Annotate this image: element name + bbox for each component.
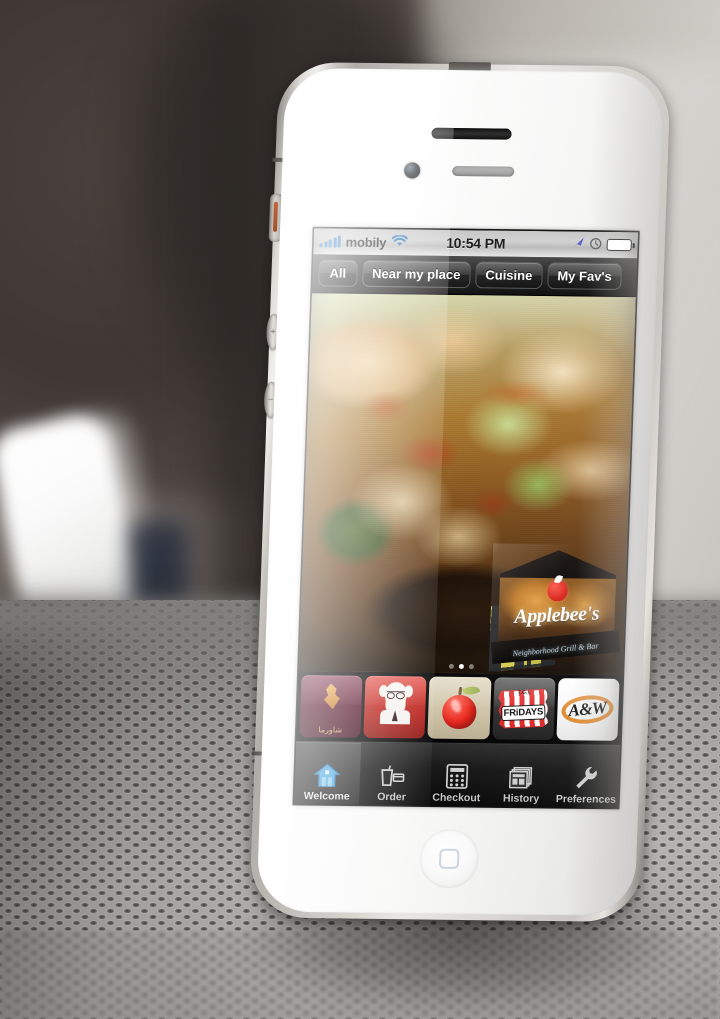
filter-near-my-place[interactable]: Near my place xyxy=(361,259,471,289)
filter-cuisine[interactable]: Cuisine xyxy=(474,261,543,290)
hero-featured-image[interactable]: Applebee's Neighborhood Grill & Bar xyxy=(298,293,636,675)
home-icon xyxy=(314,761,341,788)
aw-label: A&W xyxy=(568,697,608,721)
logo-applebees[interactable] xyxy=(427,676,492,740)
calculator-icon xyxy=(445,763,469,790)
logo-shawarma[interactable]: شاورما xyxy=(299,675,363,738)
tab-welcome[interactable]: Welcome xyxy=(294,741,361,808)
tab-preferences-label: Preferences xyxy=(555,793,617,806)
applebees-storefront[interactable]: Applebee's Neighborhood Grill & Bar xyxy=(488,543,626,673)
front-camera xyxy=(403,162,421,179)
battery-icon xyxy=(606,238,632,252)
shawarma-label: شاورما xyxy=(318,725,343,735)
newspaper-icon xyxy=(508,764,535,791)
fridays-nameplate: FRiDAYS xyxy=(501,704,546,721)
tab-history[interactable]: History xyxy=(488,744,555,808)
logo-fridays[interactable]: T.G.I. FRiDAYS xyxy=(491,677,556,741)
wrench-icon xyxy=(574,764,600,791)
iphone-device: + − mobily 10:54 PM All Near my place Cu… xyxy=(249,61,671,923)
restaurant-logo-strip: شاورما T.G.I. FRiDAYS A&W xyxy=(296,670,623,745)
proximity-sensor xyxy=(452,165,515,177)
tab-order[interactable]: Order xyxy=(359,743,426,808)
apple-icon xyxy=(441,694,477,729)
drink-cup-icon xyxy=(379,762,406,789)
fridays-top-text: T.G.I. xyxy=(517,689,531,696)
tab-welcome-label: Welcome xyxy=(303,790,350,803)
shawarma-mark-icon xyxy=(319,683,343,711)
alarm-clock-icon xyxy=(589,237,602,252)
location-arrow-icon xyxy=(571,236,585,252)
fridays-label: FRiDAYS xyxy=(503,706,544,719)
filter-all[interactable]: All xyxy=(318,259,358,287)
page-dot-active[interactable] xyxy=(458,663,464,670)
filter-my-favs[interactable]: My Fav's xyxy=(546,262,623,291)
kfc-colonel-icon xyxy=(378,682,414,725)
tab-checkout[interactable]: Checkout xyxy=(424,744,491,808)
tab-checkout-label: Checkout xyxy=(432,791,481,805)
logo-aw[interactable]: A&W xyxy=(556,678,620,741)
bottom-tab-bar: Welcome Order Checkout History Preferenc… xyxy=(294,740,621,808)
page-dot[interactable] xyxy=(468,664,474,670)
status-bar: mobily 10:54 PM xyxy=(313,228,639,259)
page-dot[interactable] xyxy=(448,663,454,669)
tab-preferences[interactable]: Preferences xyxy=(553,745,620,808)
storefront-glare xyxy=(488,543,626,673)
scene: + − mobily 10:54 PM All Near my place Cu… xyxy=(0,0,720,1019)
tab-order-label: Order xyxy=(376,790,407,804)
home-square-icon xyxy=(438,848,460,869)
logo-kfc[interactable] xyxy=(363,675,427,739)
tab-history-label: History xyxy=(502,792,540,805)
phone-front-face: mobily 10:54 PM All Near my place Cuisin… xyxy=(256,67,664,917)
home-button[interactable] xyxy=(419,829,480,889)
earpiece-speaker xyxy=(431,127,512,140)
phone-screen[interactable]: mobily 10:54 PM All Near my place Cuisin… xyxy=(294,228,639,808)
filter-bar: All Near my place Cuisine My Fav's xyxy=(311,254,638,298)
